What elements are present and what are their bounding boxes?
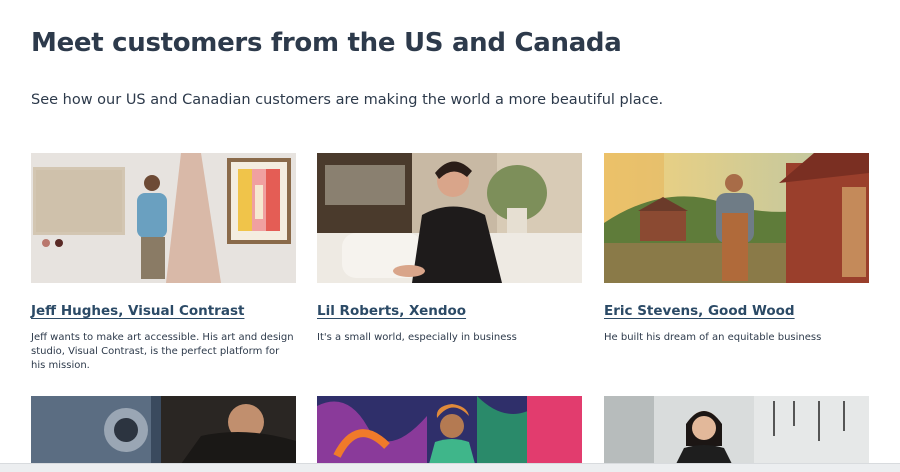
- customer-description: He built his dream of an equitable busin…: [604, 332, 822, 343]
- customer-photo-jeff[interactable]: [31, 153, 296, 283]
- customer-photo-row2-3[interactable]: [604, 396, 869, 464]
- section-title: Meet customers from the US and Canada: [31, 28, 622, 58]
- customer-name-link[interactable]: Eric Stevens, Good Wood: [604, 303, 795, 319]
- customer-photo-eric[interactable]: [604, 153, 869, 283]
- customer-name-link[interactable]: Lil Roberts, Xendoo: [317, 303, 466, 319]
- customer-card-row2-1[interactable]: [31, 396, 296, 464]
- section-subtitle: See how our US and Canadian customers ar…: [31, 92, 664, 108]
- customer-description: It's a small world, especially in busine…: [317, 332, 517, 343]
- customer-card-lil[interactable]: Lil Roberts, Xendoo It's a small world, …: [317, 153, 582, 345]
- customer-card-row2-3[interactable]: [604, 396, 869, 464]
- customer-photo-row2-2[interactable]: [317, 396, 582, 464]
- customer-description: Jeff wants to make art accessible. His a…: [31, 332, 294, 371]
- customer-name-link[interactable]: Jeff Hughes, Visual Contrast: [31, 303, 244, 319]
- customer-photo-row2-1[interactable]: [31, 396, 296, 464]
- customer-card-jeff[interactable]: Jeff Hughes, Visual Contrast Jeff wants …: [31, 153, 296, 373]
- customer-card-row2-2[interactable]: [317, 396, 582, 464]
- customer-photo-lil[interactable]: [317, 153, 582, 283]
- customer-card-eric[interactable]: Eric Stevens, Good Wood He built his dre…: [604, 153, 869, 345]
